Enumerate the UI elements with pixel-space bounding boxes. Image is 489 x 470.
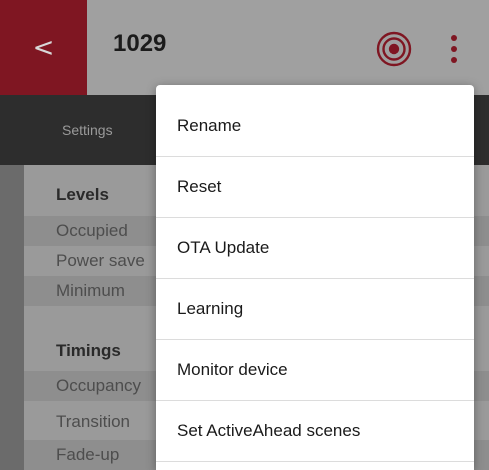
menu-item-learning[interactable]: Learning (156, 279, 474, 340)
menu-item-set-activeahead-scenes[interactable]: Set ActiveAhead scenes (156, 401, 474, 462)
back-button[interactable]: < (0, 0, 87, 95)
tab-settings[interactable]: Settings (62, 95, 113, 165)
timings-heading: Timings (56, 341, 121, 360)
menu-item-reset[interactable]: Reset (156, 157, 474, 218)
overflow-menu: Rename Reset OTA Update Learning Monitor… (156, 85, 474, 470)
page-title: 1029 (113, 30, 167, 57)
menu-item-monitor-device[interactable]: Monitor device (156, 340, 474, 401)
menu-item-rename[interactable]: Rename (156, 96, 474, 157)
app-header: < 1029 (0, 0, 489, 95)
levels-heading: Levels (56, 185, 109, 204)
back-chevron-icon: < (32, 32, 55, 63)
menu-item-ota-update[interactable]: OTA Update (156, 218, 474, 279)
target-icon[interactable] (376, 31, 412, 67)
more-vertical-icon[interactable] (450, 34, 458, 64)
